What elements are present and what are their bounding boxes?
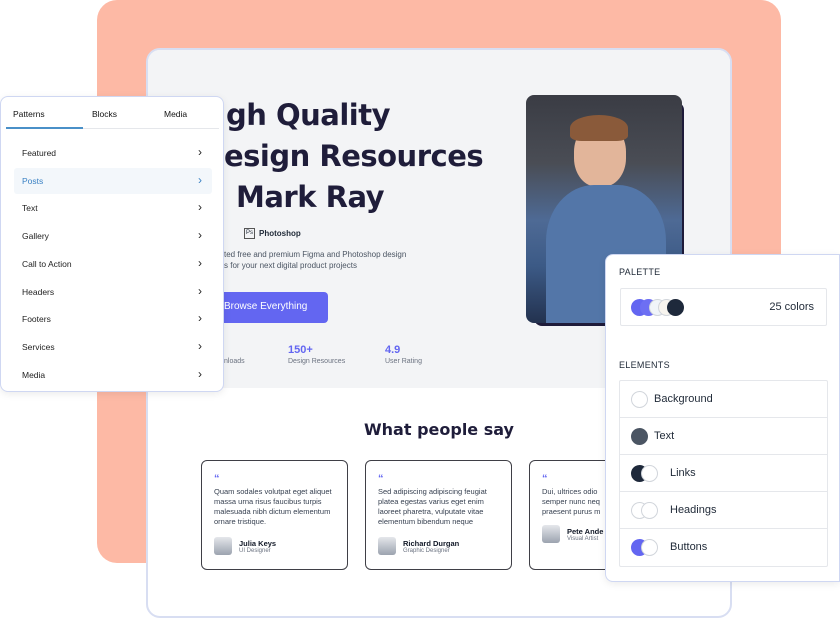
stat-value: 4.9	[385, 344, 401, 356]
inserter-item-label: Call to Action	[22, 258, 72, 269]
color-indicator-icon	[641, 465, 658, 482]
element-label: Text	[654, 430, 675, 442]
color-indicator-icon	[631, 428, 648, 445]
author-role: Graphic Designer	[403, 547, 450, 554]
avatar	[542, 525, 560, 543]
chevron-right-icon: ›	[198, 172, 202, 187]
inserter-item[interactable]: Call to Action ›	[14, 251, 212, 277]
palette-count: 25 colors	[769, 301, 814, 313]
chevron-right-icon: ›	[198, 200, 202, 215]
testimonial-card: “ Sed adipiscing adipiscing feugiat plat…	[365, 460, 512, 570]
quote-icon: “	[214, 473, 220, 485]
hero-description: s for your next digital product projects	[224, 261, 357, 270]
element-row-background[interactable]: Background	[620, 381, 827, 418]
author-name: Richard Durgan	[403, 538, 460, 548]
chevron-right-icon: ›	[198, 338, 202, 353]
hero-title-line: esign Resources	[224, 139, 484, 173]
block-inserter-panel: Patterns Blocks Media Featured › Posts › Tex…	[0, 96, 224, 392]
testimonial-card: “ Quam sodales volutpat eget aliquet mas…	[201, 460, 348, 570]
inserter-item-label: Text	[22, 203, 38, 214]
inserter-item[interactable]: Gallery ›	[14, 223, 212, 249]
stat-label: nloads	[224, 358, 245, 365]
inserter-item[interactable]: Text ›	[14, 195, 212, 221]
chevron-right-icon: ›	[198, 228, 202, 243]
element-label: Headings	[670, 504, 717, 516]
inserter-item[interactable]: Media ›	[14, 362, 212, 388]
inserter-item-label: Posts	[22, 175, 44, 186]
inserter-item[interactable]: Featured ›	[14, 140, 212, 166]
tool-label: Photoshop	[259, 229, 301, 238]
author-role: UI Designer	[239, 547, 271, 554]
quote-icon: “	[378, 473, 384, 485]
color-indicator-icon	[631, 391, 648, 408]
tab-patterns[interactable]: Patterns	[13, 109, 45, 119]
testimonial-text: Dui, ultrices odio semper nunc neq praes…	[542, 487, 601, 516]
stat-label: Design Resources	[288, 358, 346, 365]
browse-everything-button[interactable]: Browse Everything	[216, 292, 328, 323]
element-label: Background	[654, 393, 713, 405]
avatar	[378, 537, 396, 555]
inserter-item-label: Footers	[22, 314, 51, 325]
palette-label: PALETTE	[619, 267, 661, 277]
testimonial-text: Sed adipiscing adipiscing feugiat platea…	[378, 487, 487, 526]
inserter-item-label: Featured	[22, 148, 57, 158]
inserter-item[interactable]: Headers ›	[14, 279, 212, 305]
element-row-headings[interactable]: Headings	[620, 492, 827, 529]
testimonial-text: Quam sodales volutpat eget aliquet massa…	[214, 487, 332, 526]
inserter-item[interactable]: Posts ›	[14, 167, 212, 194]
inserter-item[interactable]: Services ›	[14, 334, 212, 360]
inserter-item-label: Gallery	[22, 231, 49, 242]
hero-title-line: Mark Ray	[236, 180, 385, 214]
chevron-right-icon: ›	[198, 255, 202, 270]
inserter-item-label: Headers	[22, 286, 55, 297]
author-name: Pete Ande	[567, 526, 604, 536]
chevron-right-icon: ›	[198, 283, 202, 298]
hero-title-line: gh Quality	[226, 98, 391, 132]
photoshop-icon: Ps	[244, 228, 255, 239]
inserter-item-label: Services	[22, 341, 55, 352]
author-name: Julia Keys	[239, 538, 277, 548]
stat-value: 150+	[288, 344, 313, 356]
element-label: Links	[670, 467, 696, 479]
element-row-text[interactable]: Text	[620, 418, 827, 455]
palette-button[interactable]: 25 colors	[620, 288, 827, 326]
active-tab-indicator	[6, 127, 83, 129]
inserter-item-label: Media	[22, 369, 46, 380]
stat-label: User Rating	[385, 358, 422, 365]
tab-media[interactable]: Media	[164, 109, 187, 119]
author-role: Visual Artist	[567, 535, 599, 542]
element-label: Buttons	[670, 541, 708, 553]
inserter-item[interactable]: Footers ›	[14, 306, 212, 332]
hero-description: ted free and premium Figma and Photoshop…	[224, 250, 407, 259]
avatar	[214, 537, 232, 555]
chevron-right-icon: ›	[198, 311, 202, 326]
color-indicator-icon	[641, 539, 658, 556]
chevron-right-icon: ›	[198, 145, 202, 159]
element-row-links[interactable]: Links	[620, 455, 827, 492]
global-styles-panel: PALETTE 25 colors ELEMENTS Background Tex…	[605, 254, 840, 582]
palette-swatch	[667, 299, 684, 316]
color-indicator-icon	[641, 502, 658, 519]
elements-label: ELEMENTS	[619, 360, 670, 370]
tab-blocks[interactable]: Blocks	[92, 109, 117, 119]
element-row-buttons[interactable]: Buttons	[620, 529, 827, 566]
chevron-right-icon: ›	[198, 366, 202, 381]
